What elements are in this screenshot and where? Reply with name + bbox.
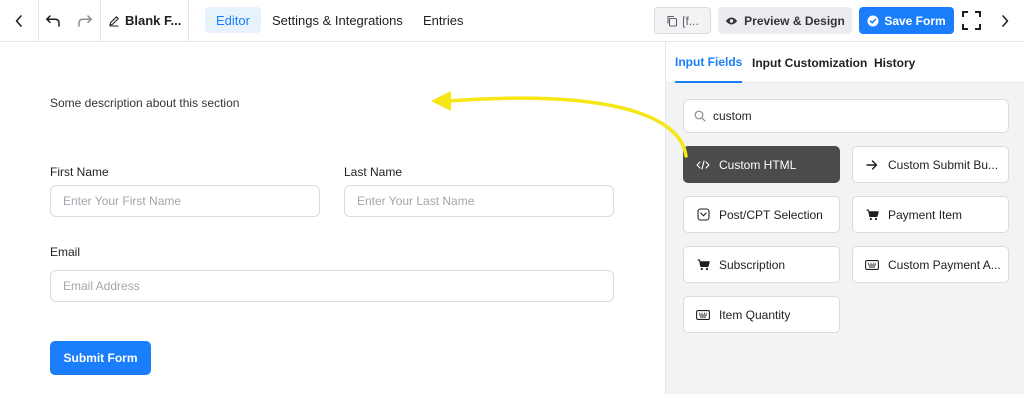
- preview-label: Preview & Design: [744, 13, 845, 28]
- cart-icon: [865, 208, 879, 222]
- field-label: Payment Item: [888, 207, 963, 222]
- chevron-left-icon: [15, 14, 22, 27]
- field-custom-payment-amount[interactable]: Custom Payment A...: [852, 246, 1009, 283]
- arrow-right-icon: [865, 158, 879, 172]
- divider: [188, 0, 189, 41]
- keyboard-icon: [696, 308, 710, 322]
- section-description: Some description about this section: [50, 96, 240, 110]
- divider: [100, 0, 101, 41]
- field-label: Custom HTML: [719, 157, 797, 172]
- field-custom-submit-button[interactable]: Custom Submit Bu...: [852, 146, 1009, 183]
- field-label: Item Quantity: [719, 307, 791, 322]
- undo-icon: [46, 14, 60, 27]
- panel-tabs: Input Fields Input Customization History: [666, 42, 1024, 83]
- last-name-input[interactable]: [344, 185, 614, 217]
- form-title-text: Blank F...: [125, 13, 182, 28]
- field-label: Custom Payment A...: [888, 257, 1001, 272]
- top-toolbar: Blank F... Editor Settings & Integration…: [0, 0, 1024, 42]
- pencil-icon: [109, 15, 119, 26]
- redo-icon: [78, 14, 92, 27]
- tab-editor[interactable]: Editor: [205, 7, 261, 33]
- chevron-right-icon: [1002, 14, 1009, 27]
- field-payment-item[interactable]: Payment Item: [852, 196, 1009, 233]
- tab-settings-integrations[interactable]: Settings & Integrations: [261, 7, 414, 33]
- form-title[interactable]: Blank F...: [108, 0, 188, 41]
- field-search[interactable]: [683, 99, 1009, 133]
- search-icon: [694, 110, 706, 122]
- code-icon: [696, 158, 710, 172]
- tab-entries[interactable]: Entries: [412, 7, 474, 33]
- field-post-cpt-selection[interactable]: Post/CPT Selection: [683, 196, 840, 233]
- shortcode-button[interactable]: [f...: [654, 7, 711, 34]
- email-label: Email: [50, 245, 81, 259]
- post-selection-icon: [696, 208, 710, 222]
- form-canvas: Some description about this section Firs…: [0, 42, 665, 394]
- field-search-input[interactable]: [713, 109, 993, 123]
- email-input[interactable]: [50, 270, 614, 302]
- first-name-input[interactable]: [50, 185, 320, 217]
- tab-input-fields[interactable]: Input Fields: [675, 42, 743, 83]
- field-label: Subscription: [719, 257, 786, 272]
- keyboard-icon: [865, 258, 879, 272]
- submit-form-button[interactable]: Submit Form: [50, 341, 151, 375]
- tab-history[interactable]: History: [874, 42, 915, 83]
- fullscreen-button[interactable]: [961, 10, 982, 31]
- copy-icon: [667, 15, 678, 27]
- field-custom-html[interactable]: Custom HTML: [683, 146, 840, 183]
- fullscreen-icon: [962, 11, 981, 30]
- field-item-quantity[interactable]: Item Quantity: [683, 296, 840, 333]
- last-name-label: Last Name: [344, 165, 403, 179]
- eye-icon: [725, 17, 738, 24]
- field-subscription[interactable]: Subscription: [683, 246, 840, 283]
- cart-icon: [696, 258, 710, 272]
- save-label: Save Form: [884, 13, 946, 28]
- undo-button[interactable]: [38, 0, 68, 41]
- preview-design-button[interactable]: Preview & Design: [718, 7, 852, 34]
- first-name-label: First Name: [50, 165, 109, 179]
- redo-button[interactable]: [70, 0, 100, 41]
- back-button[interactable]: [0, 0, 38, 41]
- tab-input-customization[interactable]: Input Customization: [752, 42, 867, 83]
- fields-panel: Input Fields Input Customization History…: [665, 42, 1024, 394]
- collapse-panel-button[interactable]: [999, 10, 1011, 31]
- shortcode-text: [f...: [682, 13, 699, 28]
- field-label: Post/CPT Selection: [719, 207, 823, 222]
- field-label: Custom Submit Bu...: [888, 157, 999, 172]
- check-circle-icon: [867, 15, 879, 26]
- save-form-button[interactable]: Save Form: [859, 7, 954, 34]
